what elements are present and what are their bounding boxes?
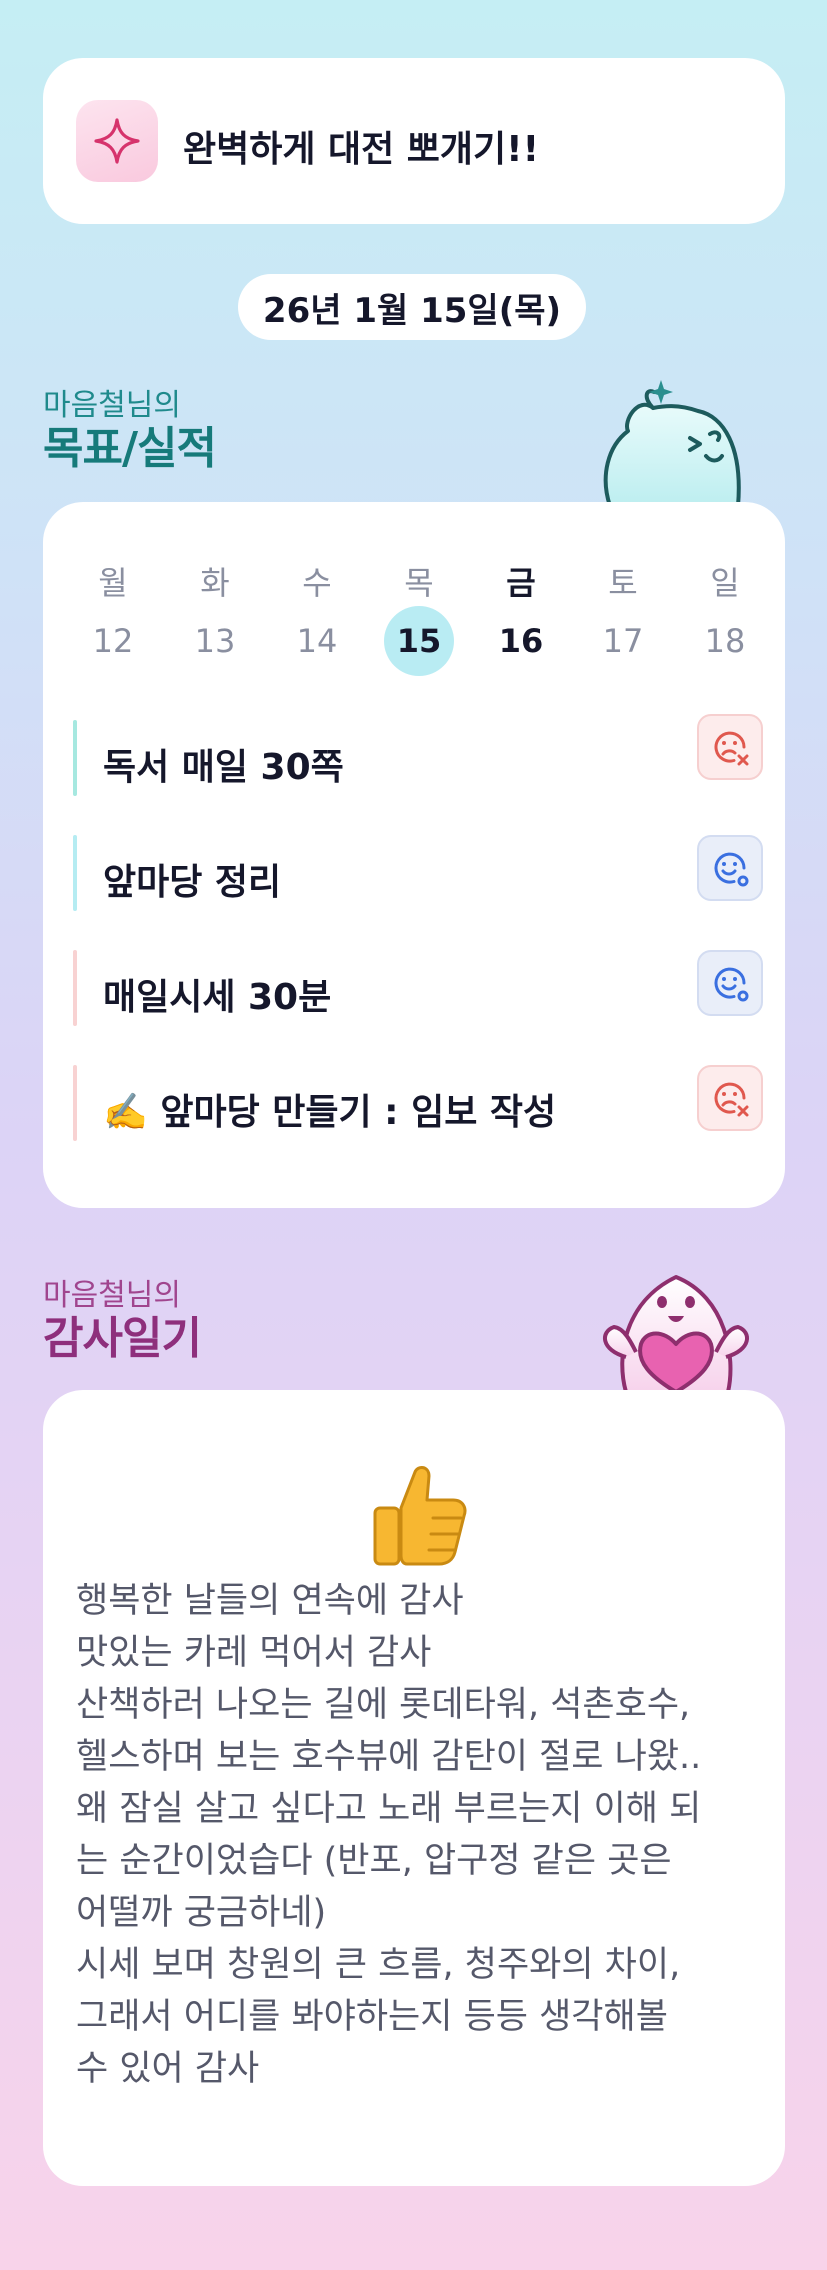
day-number[interactable]: 14 bbox=[282, 606, 352, 676]
day-number[interactable]: 17 bbox=[588, 606, 658, 676]
goal-text: 독서 매일 30쪽 bbox=[103, 747, 344, 788]
goal-title-card: 완벽하게 대전 뽀개기!! bbox=[43, 58, 785, 224]
status-done-icon[interactable] bbox=[697, 950, 763, 1016]
goal-title: 완벽하게 대전 뽀개기!! bbox=[183, 129, 539, 170]
goals-section-title: 목표/실적 bbox=[43, 423, 217, 474]
thumbs-up-icon bbox=[363, 1460, 473, 1570]
day-number[interactable]: 16 bbox=[486, 606, 556, 676]
goal-text: 매일시세 30분 bbox=[103, 977, 332, 1018]
day-name: 수 bbox=[302, 564, 332, 602]
day-name: 월 bbox=[98, 564, 128, 602]
mascot-heart-icon bbox=[596, 1262, 756, 1394]
goal-item[interactable]: 독서 매일 30쪽 bbox=[73, 714, 763, 796]
status-done-icon[interactable] bbox=[697, 835, 763, 901]
day-number[interactable]: 15 bbox=[384, 606, 454, 676]
gratitude-line: 행복한 날들의 연속에 감사 bbox=[76, 1581, 464, 1621]
goals-card: 월 12 화 13 수 14 목 15 금 16 토 17 일 18 독서 매일 30쪽앞마당 정리매일시… bbox=[43, 502, 785, 1208]
day-number[interactable]: 18 bbox=[690, 606, 760, 676]
day-name: 목 bbox=[404, 564, 434, 602]
mascot-cheer-icon bbox=[598, 376, 748, 508]
goal-text: 앞마당 정리 bbox=[103, 862, 282, 903]
gratitude-line: 어떨까 궁금하네) bbox=[76, 1893, 327, 1933]
gratitude-line: 헬스하며 보는 호수뷰에 감탄이 절로 나왔.. bbox=[76, 1737, 702, 1777]
day-name: 토 bbox=[608, 564, 638, 602]
gratitude-line: 수 있어 감사 bbox=[76, 2049, 260, 2089]
goal-item[interactable]: ✍️ 앞마당 만들기 : 임보 작성 bbox=[73, 1065, 763, 1141]
goal-item[interactable]: 매일시세 30분 bbox=[73, 950, 763, 1026]
gratitude-line: 맛있는 카레 먹어서 감사 bbox=[76, 1633, 432, 1673]
goal-accent-bar bbox=[73, 950, 77, 1026]
day-name: 금 bbox=[506, 564, 536, 602]
gratitude-line: 는 순간이었습다 (반포, 압구정 같은 곳은 bbox=[76, 1841, 672, 1881]
goal-item[interactable]: 앞마당 정리 bbox=[73, 835, 763, 911]
day-number[interactable]: 12 bbox=[78, 606, 148, 676]
gratitude-text: 행복한 날들의 연속에 감사맛있는 카레 먹어서 감사산책하러 나오는 길에 롯… bbox=[76, 1575, 766, 2095]
day-name: 화 bbox=[200, 564, 230, 602]
gratitude-section-title: 감사일기 bbox=[43, 1313, 202, 1364]
gratitude-card: 행복한 날들의 연속에 감사맛있는 카레 먹어서 감사산책하러 나오는 길에 롯… bbox=[43, 1390, 785, 2186]
gratitude-line: 시세 보며 창원의 큰 흐름, 청주와의 차이, bbox=[76, 1945, 681, 1985]
sparkle-icon bbox=[76, 100, 158, 182]
goal-text: ✍️ 앞마당 만들기 : 임보 작성 bbox=[103, 1092, 557, 1133]
status-fail-icon[interactable] bbox=[697, 1065, 763, 1131]
goal-accent-bar bbox=[73, 1065, 77, 1141]
goal-accent-bar bbox=[73, 720, 77, 796]
gratitude-line: 왜 잠실 살고 싶다고 노래 부르는지 이해 되 bbox=[76, 1789, 702, 1829]
status-fail-icon[interactable] bbox=[697, 714, 763, 780]
goal-accent-bar bbox=[73, 835, 77, 911]
day-name: 일 bbox=[710, 564, 740, 602]
date-pill[interactable]: 26년 1월 15일(목) bbox=[238, 274, 586, 340]
day-number[interactable]: 13 bbox=[180, 606, 250, 676]
gratitude-line: 산책하러 나오는 길에 롯데타워, 석촌호수, bbox=[76, 1685, 691, 1725]
gratitude-line: 그래서 어디를 봐야하는지 등등 생각해볼 bbox=[76, 1997, 668, 2037]
